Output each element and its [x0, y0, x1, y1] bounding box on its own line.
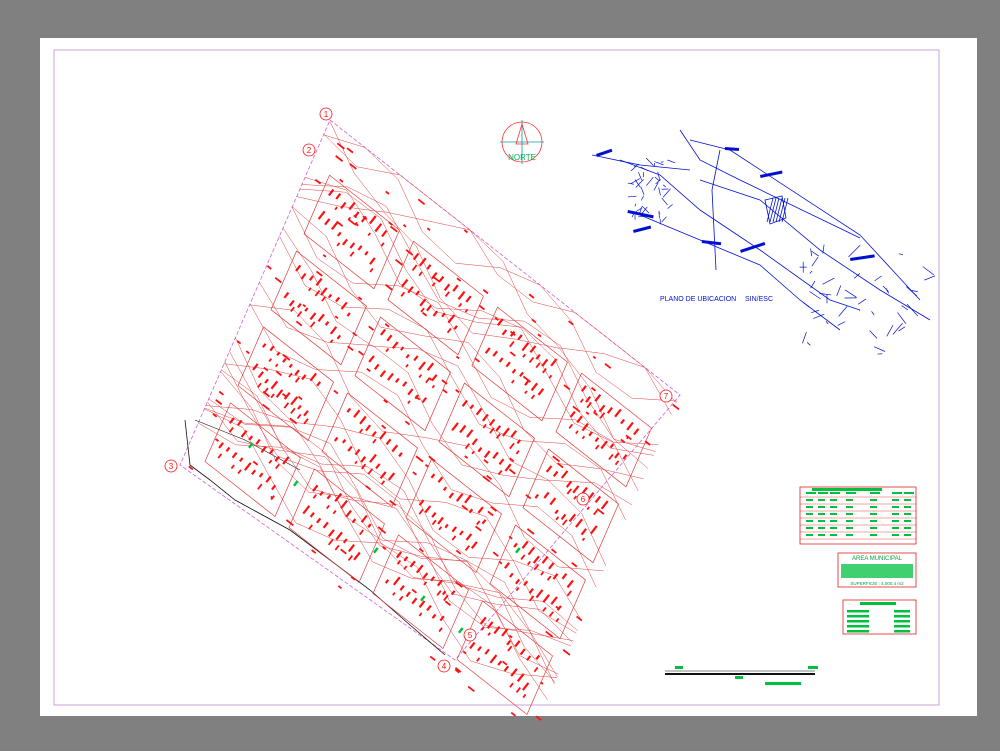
table-cell-text [846, 492, 856, 494]
legend-row-text [847, 610, 869, 613]
table-cell-text [904, 492, 914, 494]
scale-tick-label [808, 666, 818, 669]
legend-row-value [894, 620, 910, 623]
table-cell-text [904, 527, 911, 529]
table-cell-text [806, 527, 813, 529]
table-cell-text [904, 534, 911, 536]
table-cell-text [904, 506, 911, 508]
table-cell-text [846, 513, 853, 515]
table-cell-text [806, 499, 813, 501]
table-cell-text [870, 506, 877, 508]
table-cell-text [830, 534, 837, 536]
table-cell-text [830, 520, 837, 522]
table-cell-text [830, 527, 837, 529]
scale-tick-label [735, 676, 743, 679]
legend-row-text [847, 620, 869, 623]
table-cell-text [892, 492, 902, 494]
table-cell-text [830, 506, 837, 508]
legend-row-text [847, 625, 869, 628]
table-cell-text [870, 513, 877, 515]
table-cell-text [806, 534, 813, 536]
table-cell-text [830, 499, 837, 501]
legend-row-value [894, 630, 910, 633]
table-cell-text [818, 499, 825, 501]
table-cell-text [806, 506, 813, 508]
location-map-scale: SIN/ESC [745, 296, 773, 303]
table-cell-text [846, 527, 853, 529]
table-cell-text [904, 520, 911, 522]
table-cell-text [870, 527, 877, 529]
table-cell-text [904, 499, 911, 501]
table-cell-text [846, 534, 853, 536]
table-title-text [812, 488, 882, 491]
legend-row-text [847, 615, 869, 618]
table-cell-text [818, 520, 825, 522]
table-cell-text [818, 527, 825, 529]
vertex-label: 3 [169, 462, 174, 471]
table-cell-text [818, 492, 828, 494]
table-cell-text [830, 492, 840, 494]
table-cell-text [846, 506, 853, 508]
table-cell-text [806, 513, 813, 515]
table-cell-text [806, 492, 816, 494]
table-cell-text [818, 506, 825, 508]
table-cell-text [892, 520, 899, 522]
legend-row-value [894, 625, 910, 628]
table-cell-text [870, 534, 877, 536]
table-cell-text [830, 513, 837, 515]
drawing-viewport[interactable]: 1 2 3 4 5 6 7 NORTE PLANO DE UBICACION SIN/ESC… [0, 0, 1000, 751]
table-cell-text [892, 499, 899, 501]
table-cell-text [806, 520, 813, 522]
table-cell-text [870, 499, 877, 501]
scale-tick-label [675, 666, 683, 669]
legend-title-text [860, 602, 896, 605]
vertex-label: 6 [581, 495, 586, 504]
scale-title-strip [765, 682, 801, 685]
table-cell-text [892, 513, 899, 515]
municipal-area-fill [841, 564, 913, 578]
vertex-label: 7 [664, 392, 669, 401]
municipal-area-surface: SUPERFICIE : 4,000.4 m2 [850, 581, 904, 586]
municipal-area-title: AREA MUNICIPAL [852, 556, 903, 562]
table-cell-text [870, 520, 877, 522]
table-cell-text [892, 506, 899, 508]
table-cell-text [846, 499, 853, 501]
vertex-label: 1 [324, 110, 329, 119]
table-cell-text [892, 534, 899, 536]
location-map-title: PLANO DE UBICACION [660, 296, 736, 303]
legend-row-value [894, 615, 910, 618]
table-cell-text [904, 513, 911, 515]
table-cell-text [818, 513, 825, 515]
table-cell-text [818, 534, 825, 536]
legend-row-value [894, 610, 910, 613]
table-cell-text [870, 492, 880, 494]
vertex-label: 5 [468, 631, 473, 640]
legend-row-text [847, 630, 869, 633]
table-cell-text [846, 520, 853, 522]
vertex-label: 4 [442, 662, 447, 671]
vertex-label: 2 [307, 146, 312, 155]
table-cell-text [892, 527, 899, 529]
paper-sheet [40, 38, 977, 716]
north-label: NORTE [508, 153, 536, 162]
